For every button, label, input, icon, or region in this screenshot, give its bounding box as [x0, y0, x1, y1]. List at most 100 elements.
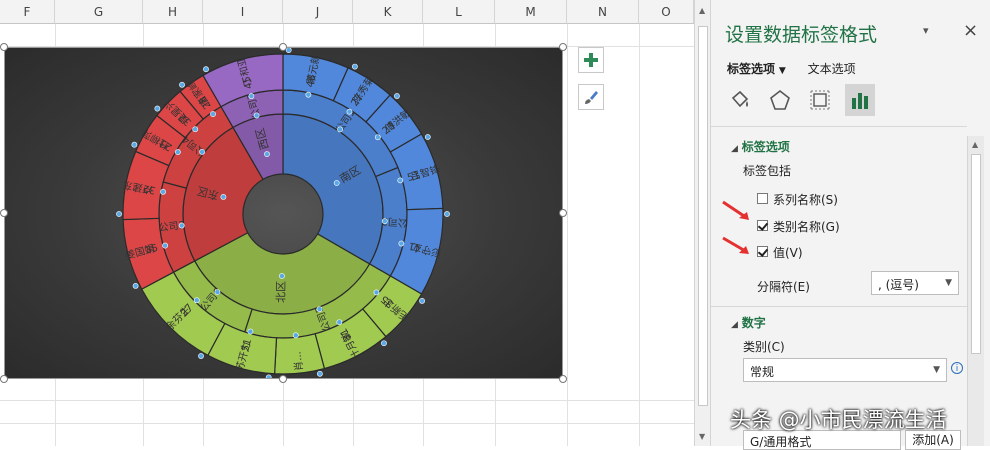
label-selection-handle[interactable] [199, 149, 205, 155]
label-selection-handle[interactable] [193, 297, 200, 304]
category-name-checkbox[interactable] [757, 220, 768, 231]
resize-handle-mr[interactable] [559, 209, 567, 217]
column-header-f[interactable]: F [0, 0, 55, 24]
series-name-label[interactable]: 系列名称(S) [773, 191, 838, 208]
close-icon[interactable]: × [963, 20, 978, 41]
red-arrow-icon [722, 200, 749, 220]
separator-select[interactable]: , (逗号) ▼ [871, 271, 959, 295]
series-name-checkbox[interactable] [757, 193, 768, 204]
number-section-header[interactable]: ◢ 数字 [731, 314, 766, 331]
label-selection-handle[interactable] [264, 151, 270, 158]
scroll-thumb[interactable] [698, 26, 708, 406]
label-selection-handle[interactable] [419, 298, 425, 304]
category-select[interactable]: 常规 ▼ [743, 358, 947, 382]
column-header-k[interactable]: K [353, 0, 423, 24]
value-checkbox[interactable] [757, 246, 768, 257]
label-selection-handle[interactable] [316, 370, 323, 377]
label-selection-handle[interactable] [285, 48, 292, 53]
column-header-n[interactable]: N [567, 0, 639, 24]
label-selection-handle[interactable] [192, 126, 199, 133]
label-selection-handle[interactable] [381, 340, 387, 347]
label-selection-handle[interactable] [220, 194, 227, 200]
sunburst-chart[interactable]: 南区 北区 东区 西区 公司1 公司2 公司5 公司6 公司3 公司4 公司7 蔡元新 46 陈秀菊 27 傅… [4, 47, 563, 379]
column-header-l[interactable]: L [423, 0, 495, 24]
label-selection-handle[interactable] [394, 93, 400, 99]
chart-styles-button[interactable] [578, 84, 604, 110]
label-selection-handle[interactable] [160, 188, 166, 195]
pane-options-dropdown[interactable]: ▾ [923, 24, 929, 37]
resize-handle-tr[interactable] [559, 43, 567, 51]
label-selection-handle[interactable] [336, 319, 343, 326]
resize-handle-br[interactable] [559, 375, 567, 383]
info-icon[interactable]: i [951, 362, 963, 374]
label-selection-handle[interactable] [253, 112, 260, 119]
label-selection-handle[interactable] [424, 134, 431, 140]
column-header-o[interactable]: O [639, 0, 694, 24]
label-selection-handle[interactable] [198, 353, 204, 359]
label-selection-handle[interactable] [131, 141, 138, 148]
column-header-i[interactable]: I [203, 0, 283, 24]
sheet-vertical-scrollbar[interactable]: ▲ ▼ [694, 0, 711, 446]
category-name-label[interactable]: 类别名称(G) [773, 218, 840, 235]
label-selection-handle[interactable] [248, 93, 255, 100]
pane-divider [711, 126, 967, 127]
label-selection-handle[interactable] [337, 126, 343, 133]
col-line [639, 24, 640, 446]
sunburst-inner-label: 北区 [274, 281, 287, 303]
tab-label-options[interactable]: 标签选项 ▼ [727, 60, 786, 77]
pane-vertical-scrollbar[interactable]: ▲ [967, 136, 984, 446]
label-selection-handle[interactable] [162, 242, 169, 249]
category-label: 类别(C) [743, 340, 785, 354]
scroll-up-arrow[interactable]: ▲ [699, 6, 705, 15]
label-selection-handle[interactable] [346, 108, 353, 115]
label-selection-handle[interactable] [292, 332, 299, 339]
label-selection-handle[interactable] [210, 111, 216, 117]
tab-text-options[interactable]: 文本选项 [808, 60, 856, 77]
label-selection-handle[interactable] [305, 91, 312, 98]
resize-handle-ml[interactable] [0, 209, 8, 217]
label-selection-handle[interactable] [132, 282, 139, 289]
resize-handle-bl[interactable] [0, 375, 8, 383]
bar-chart-icon [852, 93, 868, 109]
column-header-h[interactable]: H [143, 0, 203, 24]
chart-elements-button[interactable] [578, 47, 604, 73]
label-selection-handle[interactable] [397, 177, 404, 184]
paint-bucket-icon [731, 90, 749, 108]
sunburst-outer-value: 32 [142, 182, 157, 195]
label-selection-handle[interactable] [265, 374, 272, 378]
label-options-section-header[interactable]: ◢ 标签选项 [731, 138, 790, 155]
resize-handle-bm[interactable] [279, 375, 287, 383]
label-selection-handle[interactable] [247, 328, 254, 335]
column-header-m[interactable]: M [495, 0, 567, 24]
label-selection-handle[interactable] [381, 218, 388, 225]
column-header-g[interactable]: G [55, 0, 143, 24]
label-selection-handle[interactable] [398, 240, 405, 247]
resize-handle-tl[interactable] [0, 43, 8, 51]
column-header-j[interactable]: J [283, 0, 353, 24]
effects-button[interactable] [765, 84, 795, 116]
label-selection-handle[interactable] [179, 81, 185, 88]
value-label[interactable]: 值(V) [773, 244, 803, 261]
label-selection-handle[interactable] [444, 211, 450, 217]
label-selection-handle[interactable] [333, 180, 340, 186]
label-selection-handle[interactable] [178, 222, 185, 229]
label-selection-handle[interactable] [203, 66, 209, 73]
label-selection-handle[interactable] [214, 289, 221, 296]
scroll-up-arrow[interactable]: ▲ [972, 140, 978, 149]
label-selection-handle[interactable] [154, 105, 161, 112]
label-selection-handle[interactable] [279, 273, 285, 279]
label-selection-handle[interactable] [351, 63, 358, 70]
label-selection-handle[interactable] [373, 289, 380, 296]
fill-line-button[interactable] [725, 84, 755, 116]
scroll-thumb[interactable] [971, 154, 981, 354]
scroll-down-arrow[interactable]: ▼ [699, 432, 705, 441]
resize-handle-tm[interactable] [279, 43, 287, 51]
label-selection-handle[interactable] [316, 306, 323, 313]
sunburst-svg[interactable]: 南区北区东区西区公司1公司2公司5公司6公司3公司4公司7蔡元新46 陈秀菊27傅… [5, 48, 562, 378]
label-selection-handle[interactable] [374, 134, 381, 141]
label-selection-handle[interactable] [174, 149, 181, 155]
label-selection-handle[interactable] [116, 211, 122, 217]
spreadsheet-area[interactable]: F G H I J K L M N O 南区 北区 东区 西区 公司1 公司2 公司5 公司6… [0, 0, 694, 446]
label-options-button[interactable] [845, 84, 875, 116]
size-properties-button[interactable] [805, 84, 835, 116]
